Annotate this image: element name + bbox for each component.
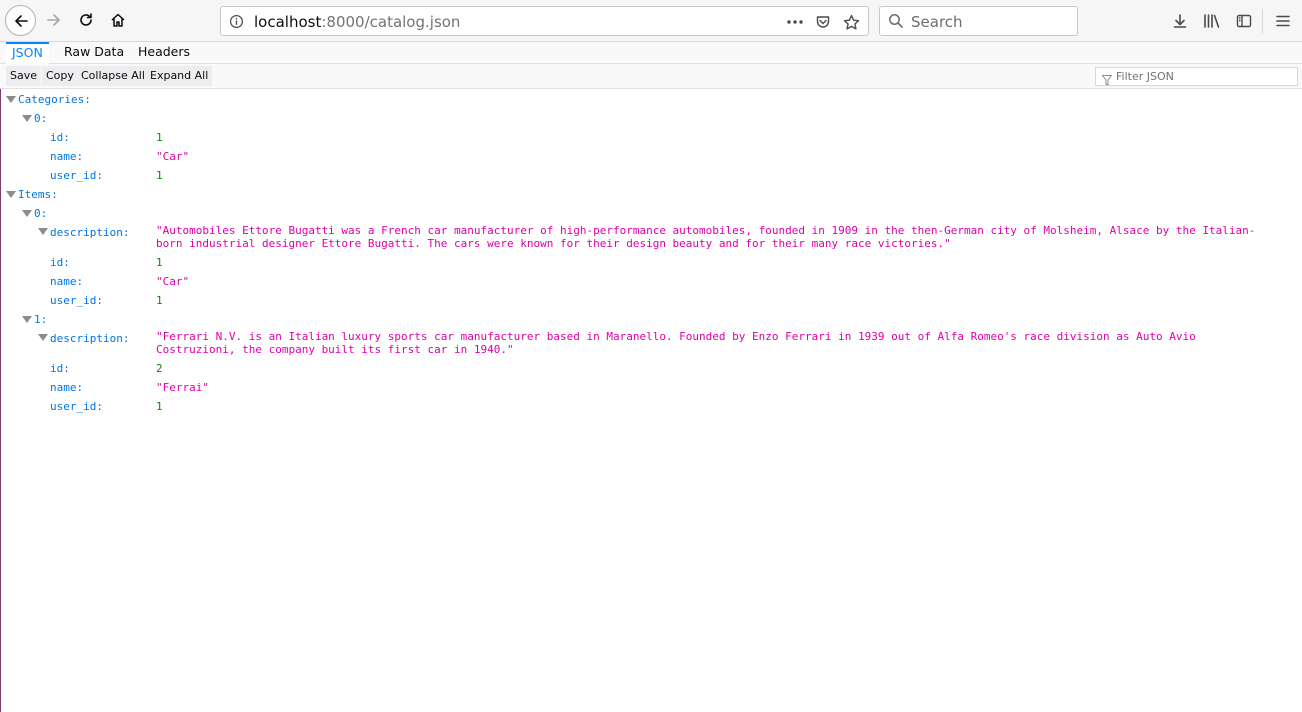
page-actions-icon[interactable] — [784, 11, 806, 33]
arrow-right-icon — [47, 14, 60, 26]
json-string-value: "Ferrari N.V. is an Italian luxury sport… — [156, 330, 1196, 356]
forward-button[interactable] — [39, 5, 69, 35]
url-host: localhost — [254, 13, 322, 31]
viewer-tabbar: JSON Raw Data Headers — [0, 42, 1302, 64]
json-string-value: "Car" — [156, 150, 190, 163]
toolbar-separator — [1262, 9, 1263, 33]
expand-toggle-icon[interactable] — [6, 191, 16, 198]
json-key: id: — [50, 131, 70, 144]
download-icon — [1173, 14, 1187, 28]
json-string-value: "Automobiles Ettore Bugatti was a French… — [156, 224, 1256, 250]
expand-toggle-icon[interactable] — [6, 96, 16, 103]
json-key: user_id: — [50, 400, 103, 413]
filter-json-input[interactable]: Filter JSON — [1095, 67, 1298, 86]
json-key: description: — [50, 332, 130, 345]
library-icon — [1204, 14, 1220, 28]
search-icon — [888, 13, 904, 33]
json-key: user_id: — [50, 169, 103, 182]
json-key: Items: — [18, 188, 58, 201]
arrow-left-icon — [14, 14, 28, 27]
filter-icon — [1102, 71, 1112, 90]
home-button[interactable] — [103, 5, 133, 35]
json-string-value: "Car" — [156, 275, 190, 288]
back-button[interactable] — [5, 5, 36, 36]
tab-raw-data[interactable]: Raw Data — [58, 42, 130, 64]
filter-placeholder: Filter JSON — [1116, 70, 1174, 83]
tab-headers[interactable]: Headers — [132, 42, 196, 64]
json-number-value: 1 — [156, 400, 163, 413]
pocket-icon[interactable] — [812, 11, 834, 33]
tab-json[interactable]: JSON — [6, 42, 49, 64]
library-button[interactable] — [1199, 8, 1225, 34]
json-key: name: — [50, 381, 84, 394]
sidebar-button[interactable] — [1231, 8, 1257, 34]
json-key: 0: — [34, 112, 48, 125]
collapse-all-button[interactable]: Collapse All — [77, 66, 149, 86]
json-number-value: 1 — [156, 256, 163, 269]
menu-button[interactable] — [1270, 8, 1296, 34]
json-number-value: 1 — [156, 294, 163, 307]
search-bar[interactable]: Search — [879, 6, 1078, 36]
viewer-actions-bar: Save Copy Collapse All Expand All Filter… — [0, 64, 1302, 89]
copy-button[interactable]: Copy — [42, 66, 78, 86]
reload-icon — [80, 13, 92, 26]
url-path: :8000/catalog.json — [321, 13, 461, 31]
expand-all-button[interactable]: Expand All — [146, 66, 213, 86]
reload-button[interactable] — [71, 5, 101, 35]
json-key: id: — [50, 256, 70, 269]
info-icon[interactable] — [229, 14, 244, 33]
window-edge — [0, 0, 1, 712]
json-key: name: — [50, 150, 84, 163]
json-number-value: 1 — [156, 131, 163, 144]
json-number-value: 1 — [156, 169, 163, 182]
json-key: user_id: — [50, 294, 103, 307]
expand-toggle-icon[interactable] — [38, 228, 48, 235]
json-key: id: — [50, 362, 70, 375]
json-string-value: "Ferrai" — [156, 381, 209, 394]
json-key: 1: — [34, 313, 48, 326]
hamburger-menu-icon — [1276, 15, 1290, 27]
json-number-value: 2 — [156, 362, 163, 375]
browser-toolbar: localhost:8000/catalog.json Search — [0, 0, 1302, 42]
json-key: 0: — [34, 207, 48, 220]
search-placeholder: Search — [911, 13, 963, 31]
downloads-button[interactable] — [1167, 8, 1193, 34]
bookmark-star-icon[interactable] — [840, 11, 862, 33]
expand-toggle-icon[interactable] — [22, 115, 32, 122]
json-key: name: — [50, 275, 84, 288]
json-key: description: — [50, 226, 130, 239]
url-bar[interactable]: localhost:8000/catalog.json — [220, 6, 869, 36]
expand-toggle-icon[interactable] — [22, 316, 32, 323]
home-icon — [111, 13, 125, 27]
save-button[interactable]: Save — [6, 66, 42, 86]
expand-toggle-icon[interactable] — [38, 334, 48, 341]
expand-toggle-icon[interactable] — [22, 210, 32, 217]
url-text[interactable]: localhost:8000/catalog.json — [254, 13, 460, 31]
sidebar-icon — [1236, 14, 1252, 28]
json-key: Categories: — [18, 93, 91, 106]
